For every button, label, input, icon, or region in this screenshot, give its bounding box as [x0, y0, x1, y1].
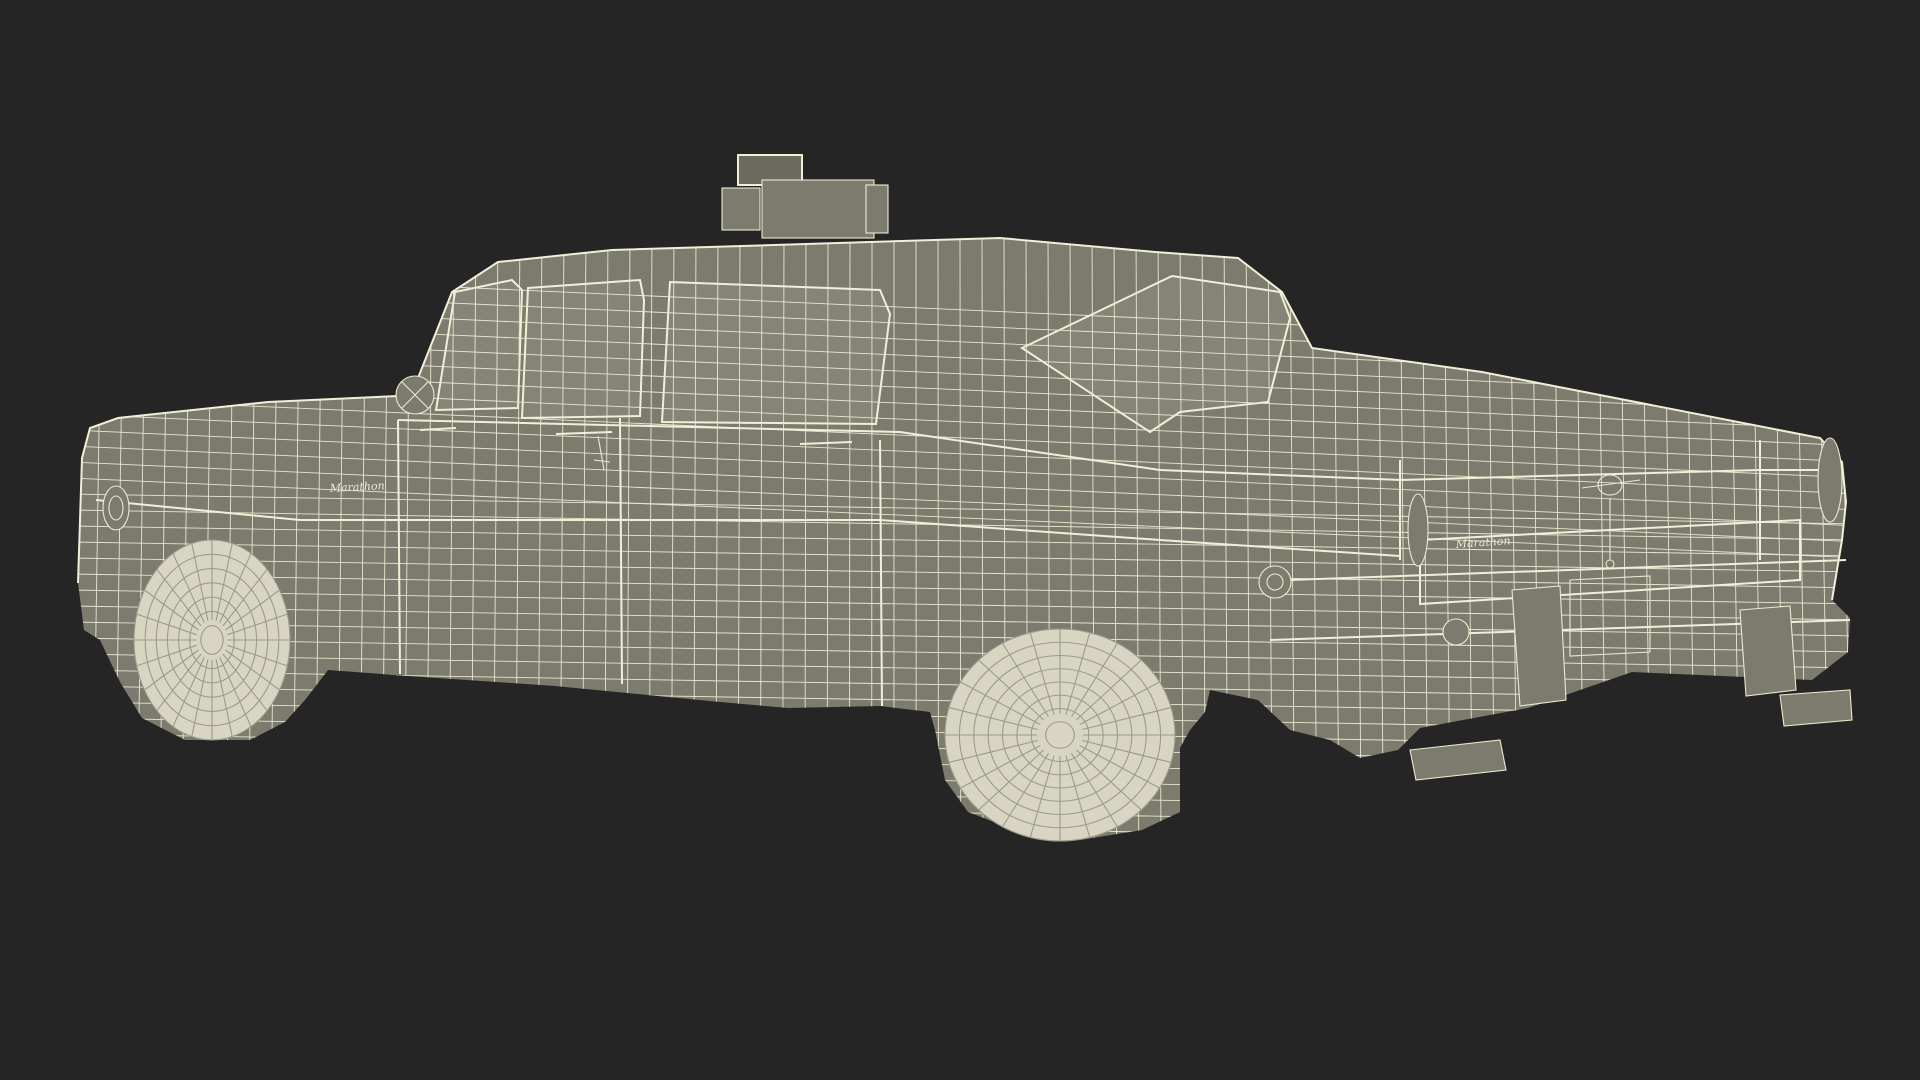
rear-wheel — [944, 628, 1176, 842]
side-mirror — [395, 375, 435, 415]
viewport: Marathon Marathon — [0, 0, 1920, 1080]
windows — [434, 274, 1292, 434]
roof-sign — [721, 154, 889, 239]
side-marker-light — [1258, 565, 1292, 599]
headlight — [102, 485, 130, 531]
reverse-light — [1442, 618, 1470, 646]
car-wireframe-render: Marathon Marathon — [77, 154, 1853, 842]
front-wheel — [133, 539, 291, 741]
